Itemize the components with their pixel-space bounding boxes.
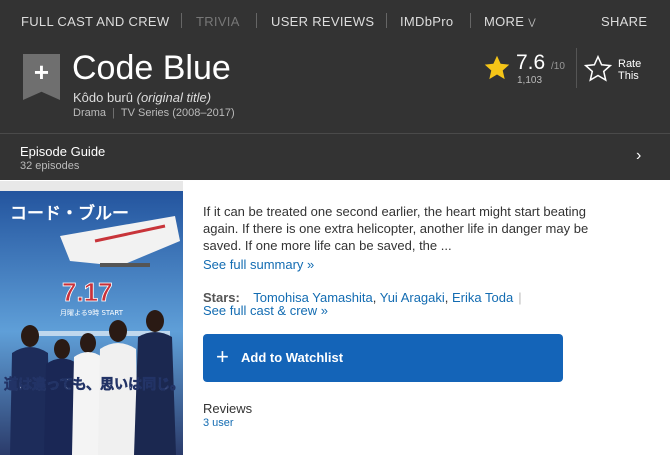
plus-icon: +: [33, 57, 50, 87]
see-full-summary-link[interactable]: See full summary »: [203, 257, 314, 272]
title-block: + Code Blue Kôdo burû (original title) D…: [0, 44, 670, 133]
rating-divider: [576, 48, 577, 88]
user-reviews-link[interactable]: 3 user: [203, 417, 234, 429]
genre-link[interactable]: Drama: [73, 107, 106, 119]
add-to-watchlist-label: Add to Watchlist: [241, 350, 344, 365]
poster-subline-text: 月曜よる9時 START: [60, 309, 124, 317]
original-title-suffix: (original title): [136, 90, 212, 105]
reviews-label: Reviews: [203, 401, 253, 416]
double-chevron-down-icon: ⋁: [528, 17, 536, 27]
nav-full-cast-and-crew[interactable]: FULL CAST AND CREW: [21, 14, 169, 29]
nav-trivia[interactable]: TRIVIA: [196, 14, 240, 29]
nav-separator: [256, 13, 257, 28]
watchlist-bookmark-button[interactable]: +: [23, 54, 60, 100]
page-title: Code Blue: [72, 49, 231, 87]
poster-image[interactable]: コード・ブルー 7.17 月曜よる9時 START 道は違っても、思いは同じ。: [0, 181, 183, 455]
rating-votes[interactable]: 1,103: [517, 75, 542, 86]
stars-separator: |: [518, 290, 522, 305]
rating-max: /10: [551, 61, 565, 72]
episode-guide-title: Episode Guide: [20, 144, 106, 159]
star-icon: [484, 55, 510, 80]
stars-comma: ,: [372, 290, 380, 305]
title-meta: Drama | TV Series (2008–2017): [73, 107, 235, 119]
star-link-2[interactable]: Yui Aragaki: [380, 290, 445, 305]
episode-guide-bar[interactable]: Episode Guide 32 episodes ›: [0, 133, 670, 180]
nav-share[interactable]: SHARE: [601, 14, 647, 29]
rate-label-line1: Rate: [618, 58, 642, 70]
nav-more[interactable]: MORE ⋁: [484, 14, 536, 29]
nav-separator: [181, 13, 182, 28]
top-nav-bar: FULL CAST AND CREW TRIVIA USER REVIEWS I…: [0, 0, 670, 44]
series-years-link[interactable]: TV Series (2008–2017): [121, 107, 235, 119]
plus-icon: +: [216, 344, 229, 369]
nav-separator: [386, 13, 387, 28]
rate-this-button[interactable]: Rate This: [618, 58, 658, 82]
poster-artwork: コード・ブルー 7.17 月曜よる9時 START 道は違っても、思いは同じ。: [0, 181, 183, 455]
episode-count: 32 episodes: [20, 160, 80, 172]
plot-summary: If it can be treated one second earlier,…: [203, 204, 589, 253]
rate-label-line2: This: [618, 70, 639, 82]
poster-date-text: 7.17: [62, 277, 113, 307]
nav-separator: [470, 13, 471, 28]
poster-title-text: コード・ブルー: [10, 203, 129, 224]
star-outline-icon[interactable]: [584, 55, 612, 83]
rating-value: 7.6: [516, 51, 546, 74]
add-to-watchlist-button[interactable]: + Add to Watchlist: [203, 334, 563, 382]
poster-tagline-text: 道は違っても、思いは同じ。: [4, 376, 183, 393]
nav-imdbpro[interactable]: IMDbPro: [400, 14, 453, 29]
see-full-cast-link[interactable]: See full cast & crew »: [203, 303, 328, 318]
original-title-name: Kôdo burû: [73, 90, 133, 105]
original-title: Kôdo burû (original title): [73, 90, 211, 105]
nav-user-reviews[interactable]: USER REVIEWS: [271, 14, 374, 29]
meta-separator: |: [112, 107, 115, 119]
star-link-3[interactable]: Erika Toda: [452, 290, 513, 305]
nav-more-label: MORE: [484, 14, 525, 29]
chevron-right-icon: ›: [636, 147, 642, 164]
stars-comma: ,: [444, 290, 453, 305]
